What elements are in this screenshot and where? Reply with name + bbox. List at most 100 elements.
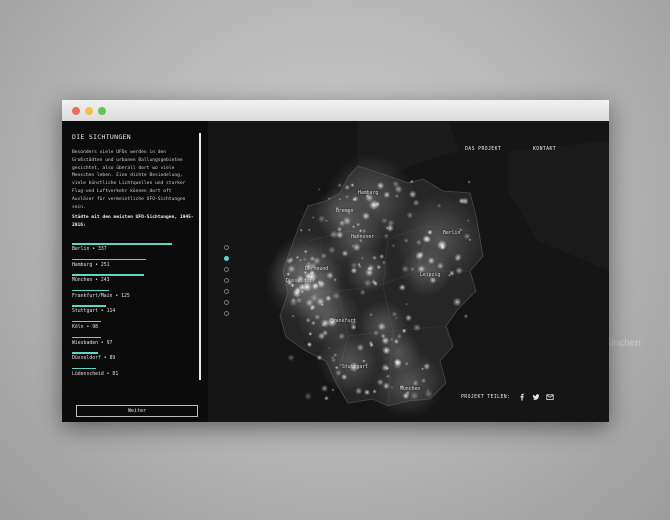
city-list-item: Hamburg • 251: [72, 258, 196, 275]
map-label-muenchen: München: [400, 387, 421, 392]
sighting-point: [421, 378, 427, 384]
weiter-button[interactable]: Weiter: [76, 405, 198, 417]
sighting-point: [448, 274, 451, 277]
sighting-point: [352, 197, 356, 202]
nav-das-projekt[interactable]: DAS PROJEKT: [465, 147, 501, 152]
sighting-point: [308, 331, 313, 336]
sighting-point: [385, 226, 389, 230]
sighting-point: [359, 289, 366, 296]
city-label: Lüdenscheid • 81: [72, 371, 119, 377]
sighting-point: [345, 194, 349, 199]
city-label: Stuttgart • 114: [72, 309, 116, 315]
sighting-point: [402, 392, 410, 400]
twitter-icon[interactable]: [532, 393, 540, 401]
window-titlebar: [62, 100, 609, 121]
sighting-point: [423, 362, 431, 370]
sighting-point: [371, 279, 377, 285]
sighting-point: [333, 278, 337, 282]
city-list-item: Düsseldorf • 89: [72, 352, 196, 368]
sighting-point: [328, 346, 331, 350]
city-label: München • 243: [72, 278, 110, 284]
germany-ufo-map[interactable]: Hamburg Bremen Hannover Berlin Dortmund …: [208, 121, 609, 422]
pager-dot[interactable]: [224, 278, 229, 283]
maximize-window-dot[interactable]: [98, 106, 106, 115]
sighting-point: [383, 191, 391, 199]
sighting-point: [379, 254, 385, 259]
city-label: Düsseldorf • 89: [72, 356, 116, 362]
nav-kontakt[interactable]: KONTAKT: [533, 147, 556, 152]
sighting-point: [305, 317, 311, 323]
sighting-point: [390, 337, 394, 342]
sighting-point: [381, 363, 390, 372]
sighting-point: [333, 353, 338, 358]
pager-dot[interactable]: [224, 256, 229, 261]
city-count-bar: [72, 274, 145, 276]
sidebar-panel: DIE SICHTUNGEN Besonders viele UFOs werd…: [62, 121, 208, 422]
city-count-bar: [72, 289, 110, 292]
sighting-point: [436, 262, 444, 270]
sighting-point: [356, 343, 365, 352]
sighting-point: [383, 233, 389, 239]
sighting-point: [406, 211, 414, 219]
sidebar-scroll-line[interactable]: [199, 133, 201, 380]
pager-dot[interactable]: [224, 245, 229, 250]
sighting-point: [382, 382, 390, 390]
sighting-point: [391, 311, 398, 317]
city-list-item: Stuttgart • 114: [72, 305, 196, 321]
sighting-point: [417, 265, 426, 273]
sighting-point: [317, 187, 321, 191]
city-count-bar: [72, 243, 172, 245]
sidebar-title: DIE SICHTUNGEN: [72, 133, 131, 141]
sighting-point: [358, 229, 363, 233]
sighting-point: [372, 255, 377, 261]
pager-dot[interactable]: [224, 300, 229, 305]
sighting-point: [376, 264, 382, 270]
minimize-window-dot[interactable]: [85, 106, 93, 115]
pager-dot[interactable]: [224, 267, 229, 272]
sighting-point: [387, 219, 395, 227]
sighting-point: [376, 378, 384, 386]
mail-icon[interactable]: [546, 393, 554, 401]
city-count-bar: [72, 320, 102, 323]
city-count-bar: [72, 305, 106, 307]
pager-dot[interactable]: [224, 311, 229, 316]
sighting-point: [412, 199, 420, 207]
sighting-point: [376, 181, 385, 190]
sighting-point: [452, 297, 462, 307]
close-window-dot[interactable]: [72, 106, 80, 115]
sighting-point: [436, 203, 442, 208]
sighting-point: [350, 267, 358, 274]
facebook-icon[interactable]: [518, 393, 526, 401]
sighting-point: [326, 271, 334, 280]
city-count-bar: [72, 258, 147, 261]
sighting-point: [391, 244, 396, 248]
sighting-point: [303, 249, 308, 254]
sighting-point: [344, 184, 350, 191]
city-list-item: München • 243: [72, 274, 196, 290]
sighting-point: [409, 266, 415, 272]
sighting-point: [299, 258, 302, 262]
sighting-point: [381, 217, 388, 224]
city-sighting-glow: [437, 240, 447, 250]
sighting-point: [334, 365, 339, 370]
sighting-point: [393, 338, 399, 345]
city-label: Hamburg • 251: [72, 262, 110, 268]
sighting-point: [357, 262, 361, 267]
city-label: Berlin • 337: [72, 247, 107, 252]
background-city-label: ünchen: [608, 338, 641, 349]
map-label-dortmund: Dortmund: [305, 267, 329, 272]
city-list-item: Wiesbaden • 97: [72, 336, 196, 353]
sighting-point: [382, 346, 391, 355]
pager-dot[interactable]: [224, 289, 229, 294]
sighting-point: [363, 389, 371, 396]
sighting-point: [316, 354, 323, 361]
map-label-frankfurt: Frankfurt: [330, 319, 356, 324]
sighting-point: [362, 359, 366, 363]
sighting-point: [324, 395, 329, 401]
sighting-point: [369, 313, 373, 317]
city-sighting-glow: [369, 200, 379, 210]
map-label-hannover: Hannover: [351, 235, 375, 240]
sidebar-subtitle: Städte mit den meisten UFO-Sichtungen, 1…: [72, 215, 194, 228]
city-list-item: Frankfurt/Main • 125: [72, 289, 196, 306]
sighting-point: [401, 265, 410, 273]
